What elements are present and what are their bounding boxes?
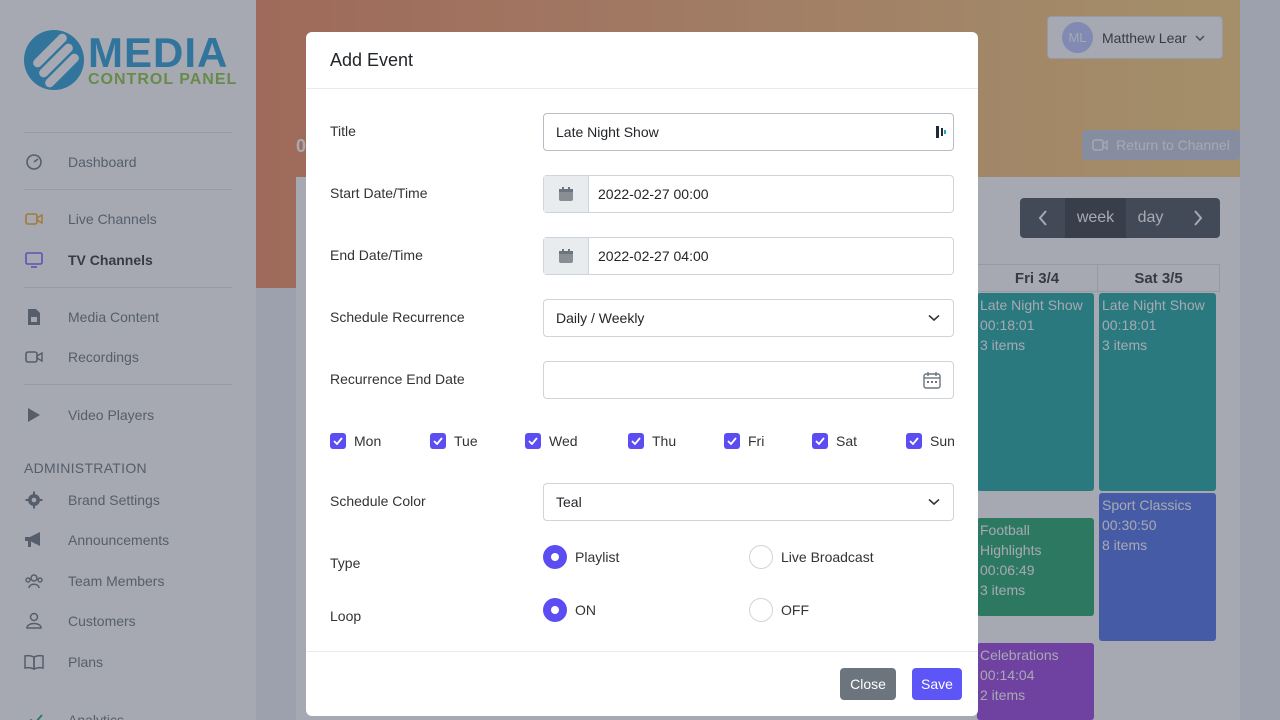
day-checkbox-mon[interactable]: Mon (330, 432, 381, 450)
day-label: Fri (748, 433, 765, 449)
radio-label: Playlist (575, 549, 620, 565)
chevron-down-icon (915, 314, 953, 322)
calendar-icon[interactable] (544, 238, 589, 274)
radio-unselected-icon (749, 545, 773, 569)
day-checkbox-wed[interactable]: Wed (525, 432, 578, 450)
radio-selected-icon (543, 598, 567, 622)
radio-label: ON (575, 602, 596, 618)
password-manager-icon[interactable] (935, 125, 947, 139)
schedule-color-label: Schedule Color (330, 493, 426, 509)
title-input[interactable]: Late Night Show (543, 113, 954, 151)
start-datetime-label: Start Date/Time (330, 185, 428, 201)
add-event-modal: Add Event Title Late Night Show Start Da… (306, 32, 978, 716)
day-checkbox-tue[interactable]: Tue (430, 432, 478, 450)
radio-label: Live Broadcast (781, 549, 874, 565)
end-datetime-value: 2022-02-27 04:00 (598, 248, 709, 264)
loop-label: Loop (330, 608, 362, 624)
day-checkbox-thu[interactable]: Thu (628, 432, 676, 450)
chevron-down-icon (915, 498, 953, 506)
day-label: Sun (930, 433, 955, 449)
recurrence-selected-value: Daily / Weekly (556, 310, 645, 326)
radio-unselected-icon (749, 598, 773, 622)
day-label: Thu (652, 433, 677, 449)
checkbox-checked-icon (525, 433, 541, 449)
day-label: Wed (549, 433, 578, 449)
modal-title: Add Event (306, 32, 978, 89)
day-checkbox-sun[interactable]: Sun (906, 432, 955, 450)
day-label: Sat (836, 433, 858, 449)
checkbox-checked-icon (906, 433, 922, 449)
day-label: Tue (454, 433, 478, 449)
checkbox-checked-icon (724, 433, 740, 449)
close-button[interactable]: Close (840, 668, 896, 700)
calendar-icon[interactable] (544, 176, 589, 212)
title-input-value: Late Night Show (556, 124, 659, 140)
type-radio-live-broadcast[interactable]: Live Broadcast (749, 545, 874, 569)
recurrence-select[interactable]: Daily / Weekly (543, 299, 954, 337)
radio-label: OFF (781, 602, 809, 618)
checkbox-checked-icon (812, 433, 828, 449)
day-checkbox-fri[interactable]: Fri (724, 432, 764, 450)
recurrence-end-input[interactable] (543, 361, 954, 399)
day-checkbox-sat[interactable]: Sat (812, 432, 857, 450)
checkbox-checked-icon (330, 433, 346, 449)
checkbox-checked-icon (628, 433, 644, 449)
end-datetime-input[interactable]: 2022-02-27 04:00 (543, 237, 954, 275)
type-label: Type (330, 555, 361, 571)
recurrence-end-label: Recurrence End Date (330, 371, 465, 387)
day-label: Mon (354, 433, 382, 449)
type-radio-playlist[interactable]: Playlist (543, 545, 619, 569)
schedule-color-selected-value: Teal (556, 494, 582, 510)
save-button[interactable]: Save (912, 668, 962, 700)
end-datetime-label: End Date/Time (330, 247, 423, 263)
start-datetime-input[interactable]: 2022-02-27 00:00 (543, 175, 954, 213)
title-label: Title (330, 123, 356, 139)
loop-radio-on[interactable]: ON (543, 598, 596, 622)
start-datetime-value: 2022-02-27 00:00 (598, 186, 709, 202)
calendar-outline-icon[interactable] (923, 371, 941, 389)
recurrence-label: Schedule Recurrence (330, 309, 465, 325)
radio-selected-icon (543, 545, 567, 569)
checkbox-checked-icon (430, 433, 446, 449)
schedule-color-select[interactable]: Teal (543, 483, 954, 521)
loop-radio-off[interactable]: OFF (749, 598, 809, 622)
